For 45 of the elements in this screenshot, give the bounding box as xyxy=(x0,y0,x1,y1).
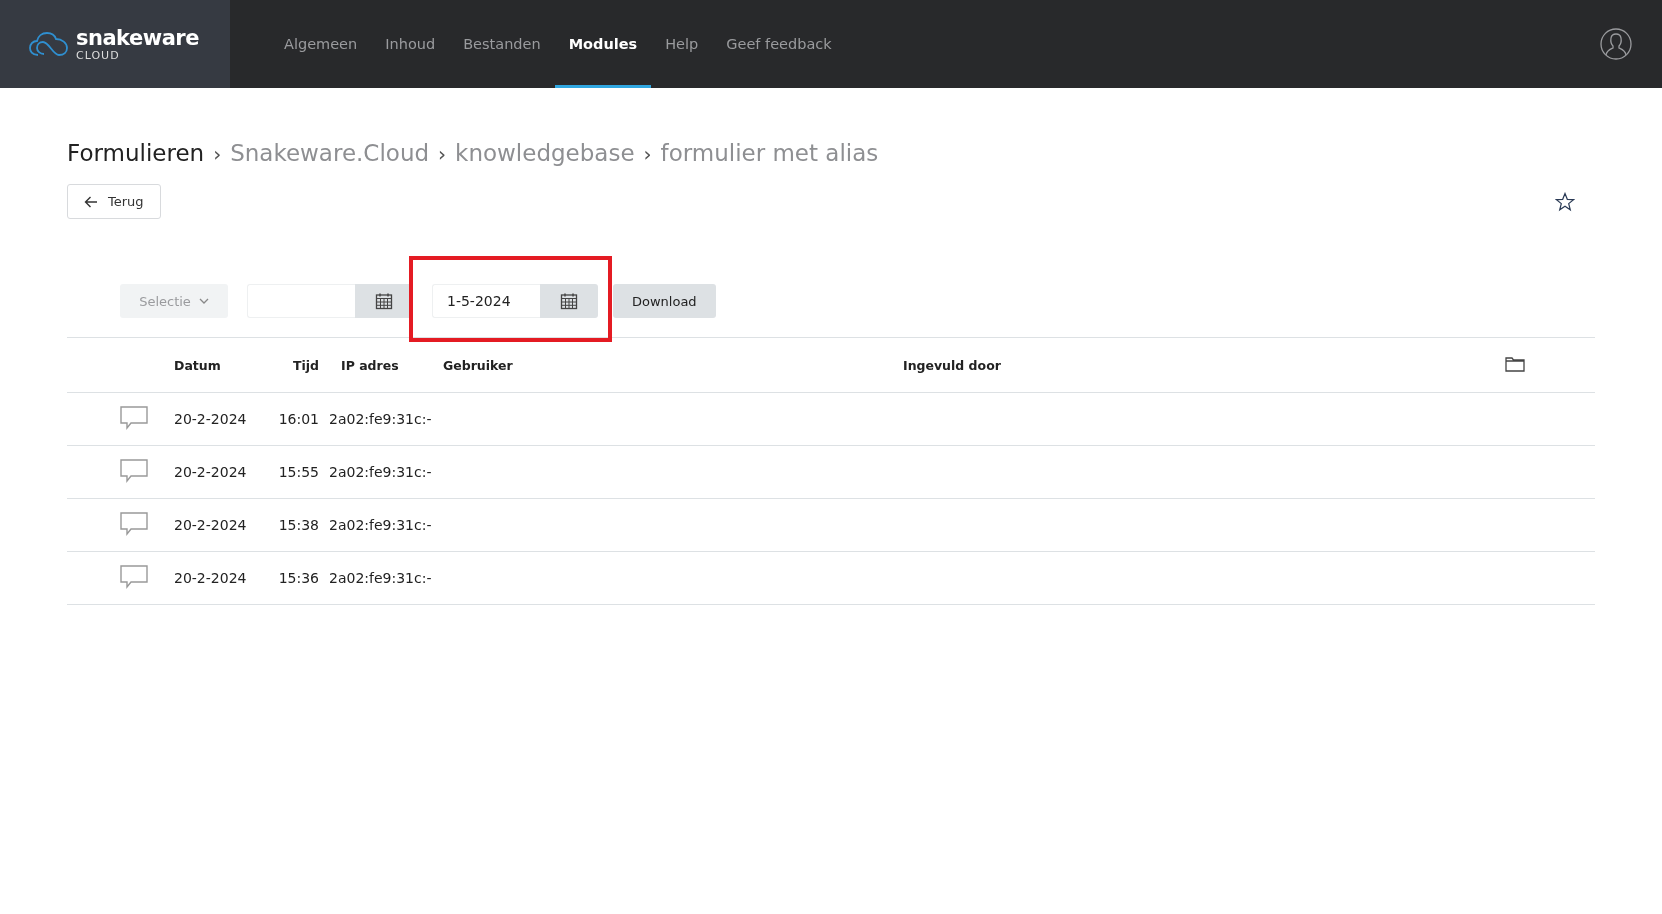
star-icon[interactable] xyxy=(1555,191,1575,212)
table-cell-text: 20-2-2024 xyxy=(174,517,248,533)
breadcrumb-separator: › xyxy=(438,142,447,166)
table-cell-text: 2a02:fe9:31c:- xyxy=(328,570,433,586)
download-button[interactable]: Download xyxy=(613,284,716,318)
chevron-down-icon xyxy=(198,298,209,304)
back-button[interactable]: Terug xyxy=(67,184,161,219)
nav-tab[interactable]: Inhoud xyxy=(371,0,450,88)
breadcrumb-link[interactable]: formulier met alias xyxy=(660,140,879,166)
column-header: Datum xyxy=(174,357,222,373)
table-cell-text: 2a02:fe9:31c:- xyxy=(328,517,433,533)
page-title: Formulieren xyxy=(67,140,205,166)
user-avatar-icon[interactable] xyxy=(1600,28,1632,60)
breadcrumb-separator: › xyxy=(643,142,652,166)
date-field[interactable]: 1-5-2024 xyxy=(432,284,540,318)
breadcrumb-link[interactable]: knowledgebase xyxy=(455,140,635,166)
nav-tab[interactable]: Help xyxy=(651,0,713,88)
column-header: Gebruiker xyxy=(443,357,514,373)
logo-subtitle: CLOUD xyxy=(76,49,121,61)
table-cell-text: 15:36 xyxy=(277,570,319,586)
column-header: Tijd xyxy=(291,357,319,373)
calendar-button[interactable] xyxy=(540,284,598,318)
nav-tab[interactable]: Bestanden xyxy=(449,0,555,88)
column-header: Ingevuld door xyxy=(903,357,1002,373)
breadcrumb-separator: › xyxy=(213,142,222,166)
breadcrumb-link[interactable]: Snakeware.Cloud xyxy=(230,140,430,166)
table-cell-text: 20-2-2024 xyxy=(174,464,248,480)
folder-icon[interactable] xyxy=(1505,355,1525,372)
cloud-logo-icon xyxy=(28,30,70,58)
nav-tab[interactable]: Geef feedback xyxy=(712,0,846,88)
table-cell-text: 15:38 xyxy=(277,517,319,533)
table-cell-text: 15:55 xyxy=(277,464,319,480)
table-cell-text: 20-2-2024 xyxy=(174,411,248,427)
arrow-left-icon xyxy=(84,195,98,208)
calendar-icon xyxy=(375,292,393,310)
table-cell-text: 20-2-2024 xyxy=(174,570,248,586)
nav-tab[interactable]: Modules xyxy=(554,0,652,88)
column-header: IP adres xyxy=(340,357,400,373)
nav-tab[interactable]: Algemeen xyxy=(270,0,372,88)
date-field[interactable] xyxy=(247,284,355,318)
logo-text: snakeware xyxy=(76,27,199,49)
table-cell-text: 2a02:fe9:31c:- xyxy=(328,464,433,480)
calendar-icon xyxy=(560,292,578,310)
table-cell-text: 2a02:fe9:31c:- xyxy=(328,411,433,427)
table-cell-text: 16:01 xyxy=(277,411,319,427)
